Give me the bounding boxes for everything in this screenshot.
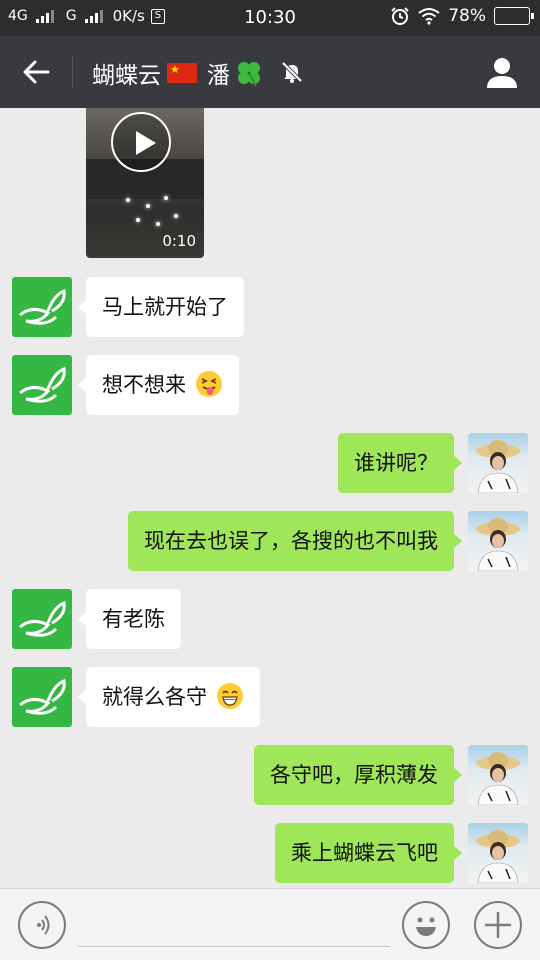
outgoing-message[interactable]: 谁讲呢？ xyxy=(338,433,462,493)
battery-icon xyxy=(494,7,534,25)
message-text: 想不想来 xyxy=(102,373,186,397)
status-right: 78% xyxy=(390,6,534,26)
video-duration: 0:10 xyxy=(162,232,196,250)
outgoing-message[interactable]: 乘上蝴蝶云飞吧 xyxy=(275,823,462,883)
incoming-message[interactable]: 马上就开始了 xyxy=(78,277,244,337)
status-bar: 4G G 0K/s S 10:30 78% xyxy=(0,0,540,36)
contact-avatar[interactable] xyxy=(12,589,72,649)
incoming-message[interactable]: 就得么各守 xyxy=(78,667,260,727)
video-thumbnail-lights xyxy=(116,194,186,234)
incoming-message[interactable]: 想不想来 xyxy=(78,355,239,415)
wifi-icon xyxy=(418,8,440,25)
play-icon[interactable] xyxy=(111,112,171,172)
bell-muted-icon xyxy=(281,61,303,83)
tongue-out-emoji-icon xyxy=(195,371,222,397)
avatar-photo xyxy=(476,830,520,883)
message-text: 马上就开始了 xyxy=(102,295,228,319)
emoji-button[interactable] xyxy=(402,901,450,949)
butterfly-logo-icon xyxy=(19,600,66,637)
contact-profile-icon[interactable] xyxy=(484,54,520,90)
message-list[interactable]: 0:10 马上就开始了 想不想来 谁讲呢？ 现在去也误了，各搜的也不叫我 有老陈… xyxy=(0,108,540,888)
outgoing-message[interactable]: 现在去也误了，各搜的也不叫我 xyxy=(128,511,462,571)
smiley-icon xyxy=(416,917,436,936)
message-text: 现在去也误了，各搜的也不叫我 xyxy=(144,529,438,553)
butterfly-logo-icon xyxy=(19,366,66,403)
grin-emoji-icon xyxy=(216,683,243,709)
contact-avatar[interactable] xyxy=(12,355,72,415)
chat-title: 蝴蝶云 潘 xyxy=(92,56,264,90)
message-text: 谁讲呢？ xyxy=(354,451,438,475)
incoming-message[interactable]: 有老陈 xyxy=(78,589,181,649)
message-text: 乘上蝴蝶云飞吧 xyxy=(291,841,438,865)
battery-percent: 78% xyxy=(448,6,486,26)
contact-avatar[interactable] xyxy=(12,277,72,337)
avatar-photo xyxy=(476,752,520,805)
butterfly-logo-icon xyxy=(19,288,66,325)
text-input[interactable] xyxy=(78,946,390,947)
message-text: 就得么各守 xyxy=(102,685,207,709)
message-text: 有老陈 xyxy=(102,607,165,631)
my-avatar[interactable] xyxy=(468,433,528,493)
message-input-bar xyxy=(0,888,540,960)
voice-wave-icon xyxy=(37,915,50,935)
chat-header: 蝴蝶云 潘 xyxy=(0,36,540,108)
avatar-photo xyxy=(476,518,520,571)
avatar-photo xyxy=(476,440,520,493)
my-avatar[interactable] xyxy=(468,511,528,571)
outgoing-message[interactable]: 各守吧，厚积薄发 xyxy=(254,745,462,805)
message-text: 各守吧，厚积薄发 xyxy=(270,763,438,787)
chat-title-text: 蝴蝶云 xyxy=(92,63,161,89)
chat-title-suffix: 潘 xyxy=(207,63,230,89)
contact-avatar[interactable] xyxy=(12,667,72,727)
my-avatar[interactable] xyxy=(468,745,528,805)
plus-icon xyxy=(485,912,511,938)
my-avatar[interactable] xyxy=(468,823,528,883)
butterfly-logo-icon xyxy=(19,678,66,715)
voice-input-button[interactable] xyxy=(18,901,66,949)
video-message[interactable]: 0:10 xyxy=(86,108,204,258)
alarm-icon xyxy=(391,7,409,25)
four-leaf-clover-icon xyxy=(238,62,260,87)
back-arrow-icon[interactable] xyxy=(18,54,54,90)
header-divider xyxy=(72,56,73,88)
china-flag-icon xyxy=(167,63,197,83)
more-options-button[interactable] xyxy=(474,901,522,949)
